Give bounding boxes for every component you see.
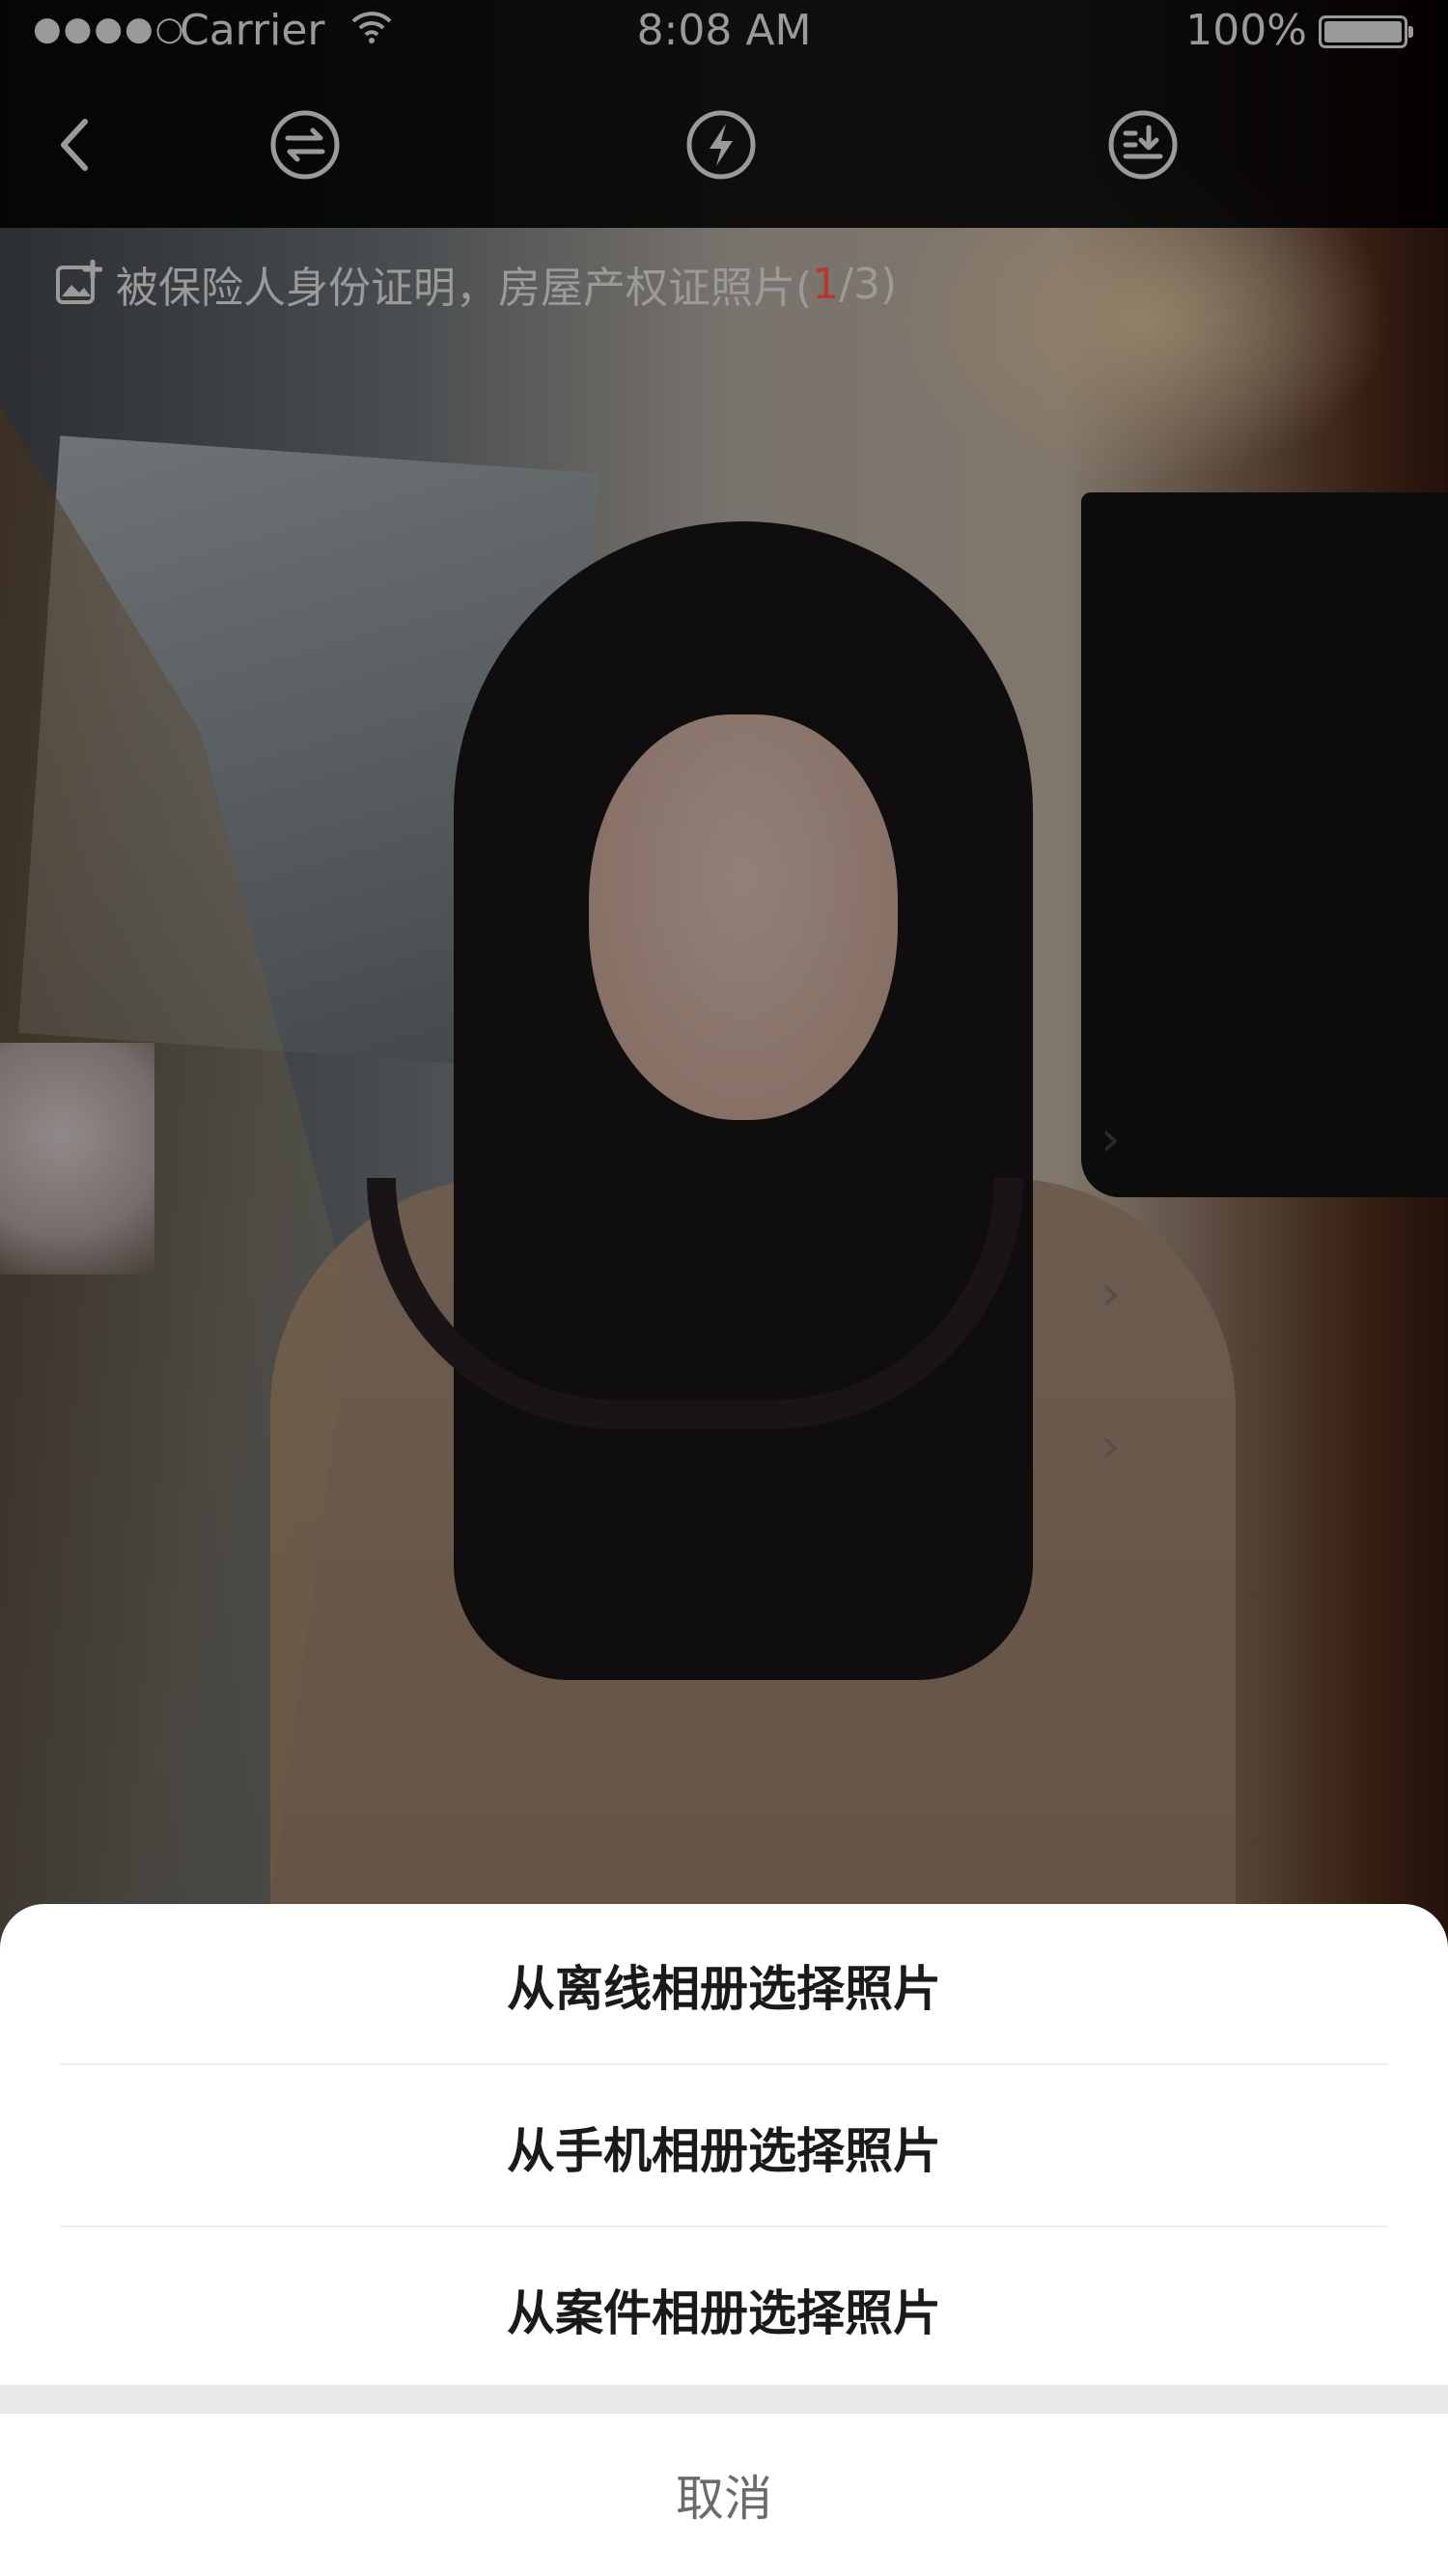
back-button[interactable] <box>39 106 116 183</box>
camera-screen: ●●●●○ Carrier 8:08 AM 100% 被保险人身份证明，房屋产权… <box>0 0 1448 2576</box>
flash-button[interactable] <box>682 106 760 183</box>
capture-mode-button[interactable] <box>1104 106 1182 183</box>
offline-album-option[interactable]: 从离线相册选择照片 <box>0 1904 1448 2066</box>
chevron-right-icon: › <box>1100 1110 1121 1168</box>
flash-icon <box>686 110 756 180</box>
photo-source-action-sheet: 从离线相册选择照片 从手机相册选择照片 从案件相册选择照片 取消 <box>0 1904 1448 2576</box>
divider <box>60 2226 1388 2227</box>
camera-toolbar <box>0 62 1448 228</box>
caption-total-count: /3) <box>839 259 898 309</box>
status-bar: ●●●●○ Carrier 8:08 AM 100% <box>0 0 1448 62</box>
battery-percent: 100% <box>1185 6 1307 55</box>
photo-requirement-caption: 被保险人身份证明，房屋产权证照片(1/3) <box>54 253 897 315</box>
switch-camera-button[interactable] <box>266 106 344 183</box>
capture-mode-icon <box>1108 110 1178 180</box>
switch-camera-icon <box>270 110 340 180</box>
chevron-right-icon: › <box>1100 1417 1121 1475</box>
caption-text: 被保险人身份证明，房屋产权证照片( <box>116 264 813 313</box>
cancel-button[interactable]: 取消 <box>0 2414 1448 2576</box>
battery-icon <box>1319 15 1413 48</box>
sheet-separator <box>0 2385 1448 2414</box>
phone-album-option[interactable]: 从手机相册选择照片 <box>0 2066 1448 2228</box>
divider <box>60 2063 1388 2065</box>
chevron-left-icon <box>61 119 88 171</box>
caption-current-count: 1 <box>812 259 840 309</box>
add-photo-icon <box>56 260 102 304</box>
case-album-option[interactable]: 从案件相册选择照片 <box>0 2228 1448 2391</box>
chevron-right-icon: › <box>1100 1265 1121 1323</box>
